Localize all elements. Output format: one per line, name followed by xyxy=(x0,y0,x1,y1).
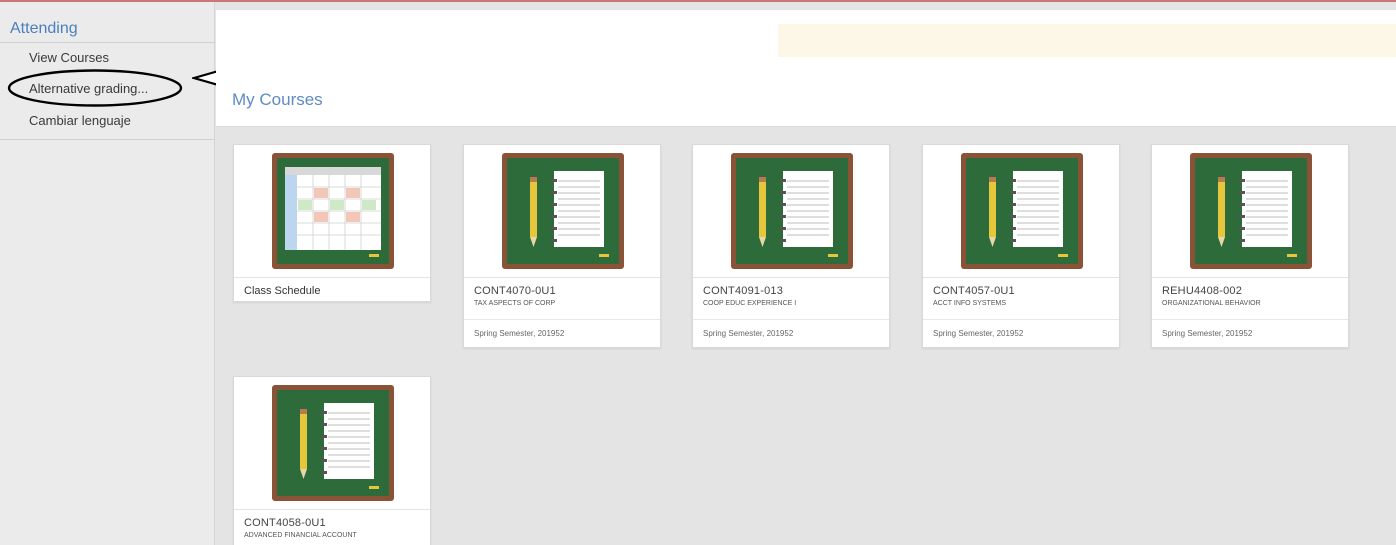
card-divider xyxy=(693,319,889,320)
sidebar: Attending View Courses Alternative gradi… xyxy=(0,2,215,545)
sidebar-header[interactable]: Attending xyxy=(10,20,78,38)
notebook-pencil-icon xyxy=(1190,153,1312,269)
course-term: Spring Semester, 201952 xyxy=(1162,329,1253,338)
sidebar-divider-bottom xyxy=(0,139,214,140)
course-term: Spring Semester, 201952 xyxy=(933,329,1024,338)
sidebar-item-view-courses[interactable]: View Courses xyxy=(29,50,109,65)
course-code: CONT4057-0U1 xyxy=(933,285,1015,297)
course-card[interactable]: CONT4058-0U1 ADVANCED FINANCIAL ACCOUNT xyxy=(233,376,431,545)
course-term: Spring Semester, 201952 xyxy=(703,329,794,338)
calendar-board-icon xyxy=(272,153,394,269)
schedule-card[interactable]: Class Schedule xyxy=(233,144,431,302)
course-card[interactable]: REHU4408-002 ORGANIZATIONAL BEHAVIOR Spr… xyxy=(1151,144,1349,348)
card-divider xyxy=(234,509,430,510)
course-code: CONT4070-0U1 xyxy=(474,285,556,297)
notebook-pencil-icon xyxy=(272,385,394,501)
course-card[interactable]: CONT4057-0U1 ACCT INFO SYSTEMS Spring Se… xyxy=(922,144,1120,348)
card-divider xyxy=(923,277,1119,278)
course-name: ADVANCED FINANCIAL ACCOUNT xyxy=(244,532,357,539)
course-code: REHU4408-002 xyxy=(1162,285,1243,297)
course-term: Spring Semester, 201952 xyxy=(474,329,565,338)
sidebar-item-cambiar-lenguaje[interactable]: Cambiar lenguaje xyxy=(29,113,131,128)
course-code: CONT4058-0U1 xyxy=(244,517,326,529)
schedule-card-label: Class Schedule xyxy=(244,285,321,297)
notebook-pencil-icon xyxy=(502,153,624,269)
course-name: ACCT INFO SYSTEMS xyxy=(933,300,1006,307)
page-title: My Courses xyxy=(232,90,323,109)
card-divider xyxy=(923,319,1119,320)
card-divider xyxy=(1152,319,1348,320)
course-name: TAX ASPECTS OF CORP xyxy=(474,300,556,307)
course-code: CONT4091-013 xyxy=(703,285,784,297)
notice-strip xyxy=(778,24,1396,57)
card-divider xyxy=(1152,277,1348,278)
course-name: ORGANIZATIONAL BEHAVIOR xyxy=(1162,300,1261,307)
course-card[interactable]: CONT4070-0U1 TAX ASPECTS OF CORP Spring … xyxy=(463,144,661,348)
card-divider xyxy=(693,277,889,278)
card-divider xyxy=(234,277,430,278)
card-divider xyxy=(464,319,660,320)
notebook-pencil-icon xyxy=(961,153,1083,269)
course-card[interactable]: CONT4091-013 COOP EDUC EXPERIENCE I Spri… xyxy=(692,144,890,348)
sidebar-divider xyxy=(0,42,214,43)
card-divider xyxy=(464,277,660,278)
sidebar-item-alternative-grading[interactable]: Alternative grading... xyxy=(29,81,148,96)
course-name: COOP EDUC EXPERIENCE I xyxy=(703,300,797,307)
notebook-pencil-icon xyxy=(731,153,853,269)
